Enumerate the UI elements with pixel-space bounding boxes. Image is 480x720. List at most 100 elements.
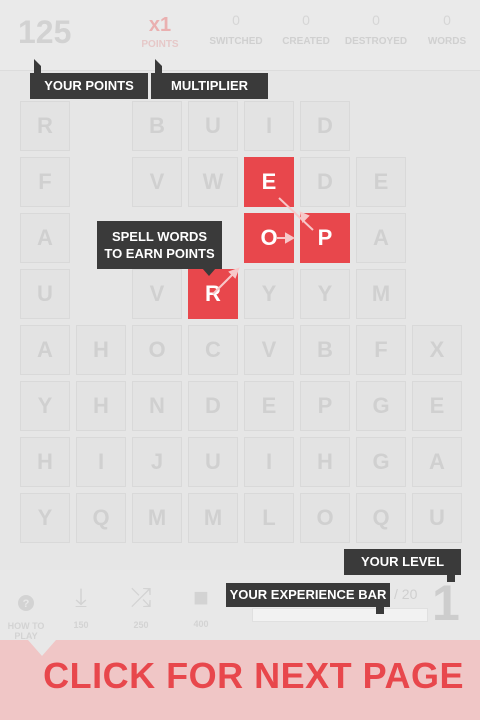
how-to-play-button[interactable]: ? HOW TO PLAY — [0, 570, 52, 641]
stat-words: 0 WORDS — [412, 12, 480, 47]
letter-tile[interactable]: E — [244, 381, 294, 431]
letter-tile[interactable]: M — [188, 493, 238, 543]
help-icon: ? — [0, 588, 52, 619]
letter-tile[interactable]: D — [300, 101, 350, 151]
letter-tile[interactable]: X — [412, 325, 462, 375]
letter-tile[interactable]: V — [132, 269, 182, 319]
tooltip-your-points-text: YOUR POINTS — [44, 78, 134, 93]
stat-words-label: WORDS — [427, 36, 467, 47]
next-page-banner[interactable]: CLICK FOR NEXT PAGE — [0, 640, 480, 720]
letter-tile[interactable]: A — [356, 213, 406, 263]
letter-tile[interactable]: I — [244, 437, 294, 487]
tooltip-arrow — [376, 606, 384, 614]
letter-tile[interactable]: U — [412, 493, 462, 543]
letter-tile[interactable]: V — [132, 157, 182, 207]
tool-shuffle-cost: 250 — [133, 620, 149, 630]
tooltip-your-level-text: YOUR LEVEL — [360, 554, 445, 569]
stat-words-value: 0 — [443, 12, 451, 28]
tooltip-arrow — [155, 59, 162, 73]
letter-tile[interactable]: U — [188, 437, 238, 487]
stat-switched: 0 SWITCHED — [201, 12, 271, 47]
letter-tile[interactable]: O — [300, 493, 350, 543]
letter-tile[interactable]: G — [356, 437, 406, 487]
download-icon: ⤓ — [75, 582, 87, 612]
letter-tile[interactable]: U — [188, 101, 238, 151]
letter-tile[interactable]: Y — [300, 269, 350, 319]
stat-switched-label: SWITCHED — [209, 36, 263, 47]
letter-tile[interactable]: U — [20, 269, 70, 319]
letter-tile[interactable]: A — [412, 437, 462, 487]
stat-switched-value: 0 — [232, 12, 240, 28]
tooltip-experience-bar-text: YOUR EXPERIENCE BAR — [229, 587, 387, 602]
letter-tile[interactable]: Y — [20, 381, 70, 431]
tooltip-spell-words-line2: TO EARN POINTS — [104, 246, 215, 261]
letter-tile[interactable]: L — [244, 493, 294, 543]
multiplier: x1 POINTS — [132, 14, 188, 50]
letter-tile[interactable]: B — [132, 101, 182, 151]
tool-button-square[interactable]: ■ 400 — [175, 570, 227, 640]
letter-tile-selected[interactable]: O — [244, 213, 294, 263]
svg-text:?: ? — [23, 598, 30, 610]
stat-created: 0 CREATED — [271, 12, 341, 47]
letter-tile[interactable]: D — [188, 381, 238, 431]
banner-notch — [28, 640, 56, 656]
score-value: 125 — [18, 14, 72, 50]
letter-tile[interactable]: J — [132, 437, 182, 487]
letter-tile[interactable]: I — [76, 437, 126, 487]
letter-tile[interactable]: Y — [20, 493, 70, 543]
stat-created-label: CREATED — [282, 36, 330, 47]
letter-tile[interactable]: D — [300, 157, 350, 207]
letter-tile[interactable]: F — [356, 325, 406, 375]
letter-tile[interactable]: M — [132, 493, 182, 543]
letter-tile[interactable]: G — [356, 381, 406, 431]
tooltip-arrow — [34, 59, 41, 73]
stat-destroyed-value: 0 — [372, 12, 380, 28]
stat-created-value: 0 — [302, 12, 310, 28]
stat-destroyed-label: DESTROYED — [344, 36, 408, 47]
tooltip-your-level: YOUR LEVEL — [344, 549, 461, 582]
letter-tile[interactable]: H — [76, 381, 126, 431]
letter-tile[interactable]: H — [76, 325, 126, 375]
letter-tile[interactable]: O — [132, 325, 182, 375]
letter-tile[interactable]: C — [188, 325, 238, 375]
letter-tile[interactable]: W — [188, 157, 238, 207]
tooltip-spell-words: SPELL WORDS TO EARN POINTS — [97, 221, 222, 276]
multiplier-label: POINTS — [141, 39, 179, 50]
letter-tile[interactable]: M — [356, 269, 406, 319]
letter-tile[interactable]: Q — [76, 493, 126, 543]
multiplier-value: x1 — [148, 14, 172, 36]
tool-square-cost: 400 — [193, 619, 209, 629]
tool-download-cost: 150 — [73, 620, 89, 630]
stat-destroyed: 0 DESTROYED — [341, 12, 411, 47]
level-number: 1 — [432, 575, 460, 631]
tool-button-shuffle[interactable]: ⤮ 250 — [115, 570, 167, 640]
letter-tile[interactable]: V — [244, 325, 294, 375]
tooltip-arrow — [202, 268, 216, 276]
letter-tile[interactable]: F — [20, 157, 70, 207]
tooltip-spell-words-line1: SPELL WORDS — [111, 229, 208, 244]
tooltip-your-points: YOUR POINTS — [30, 59, 148, 99]
tool-button-download[interactable]: ⤓ 150 — [55, 570, 107, 640]
letter-tile[interactable]: R — [20, 101, 70, 151]
tooltip-arrow — [447, 574, 455, 582]
tooltip-multiplier: MULTIPLIER — [151, 59, 268, 99]
letter-tile-selected[interactable]: E — [244, 157, 294, 207]
letter-tile[interactable]: H — [20, 437, 70, 487]
how-to-play-label-1: HOW TO — [7, 621, 45, 631]
shuffle-icon: ⤮ — [130, 582, 152, 612]
tooltip-multiplier-text: MULTIPLIER — [170, 78, 249, 93]
letter-tile[interactable]: I — [244, 101, 294, 151]
letter-tile[interactable]: A — [20, 213, 70, 263]
letter-tile[interactable]: P — [300, 381, 350, 431]
letter-tile[interactable]: N — [132, 381, 182, 431]
letter-tile[interactable]: B — [300, 325, 350, 375]
letter-tile[interactable]: Y — [244, 269, 294, 319]
experience-bar — [252, 608, 428, 622]
letter-tile-selected[interactable]: P — [300, 213, 350, 263]
letter-tile[interactable]: A — [20, 325, 70, 375]
letter-tile[interactable]: E — [356, 157, 406, 207]
letter-tile-selected[interactable]: R — [188, 269, 238, 319]
letter-tile[interactable]: H — [300, 437, 350, 487]
letter-tile[interactable]: E — [412, 381, 462, 431]
letter-tile[interactable]: Q — [356, 493, 406, 543]
